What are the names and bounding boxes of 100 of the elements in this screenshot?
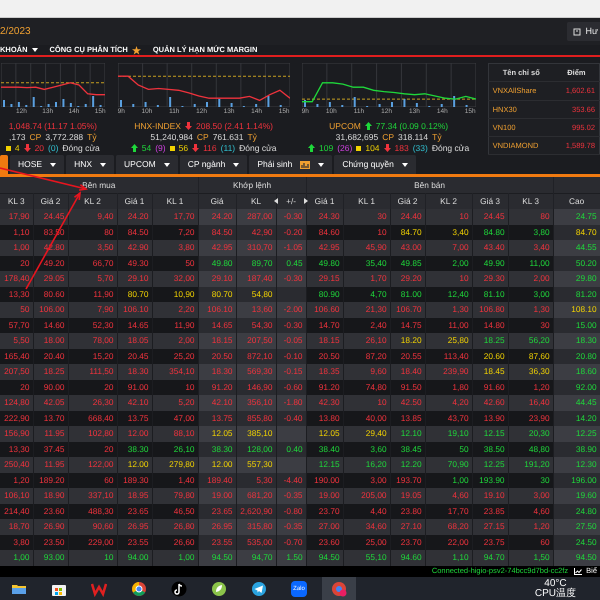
market-tab[interactable]: Phái sinh [249, 155, 332, 174]
table-cell: 1,00 [0, 550, 33, 566]
table-cell: 15.00 [553, 318, 600, 333]
table-cell: 14.70 [306, 318, 344, 333]
right-arrow-icon[interactable] [304, 198, 308, 204]
table-cell: 11.95 [33, 457, 68, 472]
left-arrow-icon[interactable] [274, 198, 278, 204]
breadth-count: (0) [48, 142, 58, 154]
table-cell: -0.30 [276, 271, 306, 286]
table-cell: 855,80 [236, 410, 276, 426]
table-cell: 29.30 [472, 271, 508, 286]
market-tab[interactable]: HOSE [10, 155, 64, 174]
table-cell: -0.30 [276, 318, 306, 333]
table-cell: 124,80 [0, 395, 33, 410]
caret-icon [233, 162, 240, 166]
table-cell: -0.35 [276, 488, 306, 504]
table-cell: 20.50 [306, 348, 344, 364]
table-cell: 49.30 [117, 256, 152, 271]
table-cell: 94.70 [472, 550, 508, 566]
table-cell: 3,80 [152, 240, 198, 256]
market-tab[interactable]: CP ngành [180, 155, 248, 174]
table-cell: 23.70 [390, 534, 426, 550]
table-cell: 94.50 [553, 550, 600, 566]
table-cell: -0.80 [276, 504, 306, 519]
market-tab[interactable]: Chứng quyền [334, 155, 416, 174]
table-cell: 3,00 [508, 488, 554, 504]
table-cell: 23.65 [117, 504, 152, 519]
column-header: KL 2 [425, 193, 472, 209]
table-cell: 12.15 [472, 426, 508, 442]
table-cell: 12.00 [198, 457, 236, 472]
unit-label: Tỷ [432, 132, 442, 143]
table-cell: 557,30 [236, 457, 276, 472]
table-cell: 23.55 [198, 534, 236, 550]
index-value: 1,048.74 (11.17 1.05%) [8, 120, 97, 132]
table-cell: 49.90 [472, 256, 508, 271]
table-cell: 4,40 [343, 504, 390, 519]
market-status: Đóng cửa [239, 142, 276, 154]
table-cell: 26,10 [152, 442, 198, 457]
user-button[interactable]: Hư [567, 22, 600, 42]
table-cell: -0.70 [276, 534, 306, 550]
table-cell: 5,30 [236, 472, 276, 488]
table-cell: 55,10 [343, 550, 390, 566]
table-cell: 1,30 [425, 302, 472, 318]
breadth-count: (33) [412, 142, 428, 154]
table-cell: -0.15 [276, 364, 306, 380]
session-date: 2/2023 [0, 25, 31, 39]
down-arrow-icon [192, 144, 200, 152]
table-cell: 356,10 [236, 395, 276, 410]
table-cell: 23.65 [198, 504, 236, 519]
table-cell: 24.20 [117, 209, 152, 224]
column-header: Giá [198, 193, 236, 209]
table-cell: 17,70 [425, 504, 472, 519]
table-cell: 229,00 [68, 534, 117, 550]
profile-icon [331, 581, 347, 597]
table-cell: 24.30 [306, 209, 344, 224]
table-cell: 1.50 [276, 550, 306, 566]
table-cell: 43.00 [390, 240, 426, 256]
table-cell: 5,70 [68, 271, 117, 286]
table-cell: 18.60 [553, 364, 600, 380]
market-tab[interactable]: HNX [66, 155, 114, 174]
table-cell: 42.10 [117, 395, 152, 410]
table-cell: 12.05 [306, 426, 344, 442]
unit-label: Tỷ [87, 132, 97, 143]
table-cell: 3,00 [508, 286, 554, 302]
table-cell: 80.70 [198, 286, 236, 302]
table-cell: 106.10 [117, 302, 152, 318]
table-cell: 23.55 [117, 534, 152, 550]
table-cell: 18.45 [472, 364, 508, 380]
table-cell: 38.90 [553, 442, 600, 457]
table-cell: 94,70 [236, 550, 276, 566]
table-cell: 106.10 [198, 302, 236, 318]
table-cell: 18,70 [0, 519, 33, 534]
table-cell: -0.35 [276, 519, 306, 534]
table-cell: 156,90 [0, 426, 33, 442]
table-cell: 13.70 [33, 410, 68, 426]
market-tab[interactable]: UPCOM [116, 155, 178, 174]
table-cell: 19.05 [390, 488, 426, 504]
line-chart-icon [574, 568, 582, 574]
table-cell: 93.00 [33, 550, 68, 566]
breadth-count: 104 [365, 142, 380, 154]
table-cell: 1,20 [508, 380, 554, 395]
table-cell: 2,00 [425, 256, 472, 271]
table-cell: 48,80 [508, 442, 554, 457]
table-cell: 80.60 [33, 286, 68, 302]
table-cell: 23.75 [472, 534, 508, 550]
table-cell: 18.95 [117, 488, 152, 504]
table-cell: 3,80 [0, 534, 33, 550]
table-cell: 0.40 [276, 442, 306, 457]
table-cell: 30 [508, 472, 554, 488]
table-cell: 3,60 [343, 442, 390, 457]
caret-icon [402, 162, 408, 166]
table-cell: 1,20 [508, 519, 554, 534]
table-cell: 13,30 [0, 442, 33, 457]
table-cell: 19.00 [198, 488, 236, 504]
table-cell: 189.40 [198, 472, 236, 488]
table-cell: 189.20 [33, 472, 68, 488]
table-cell: 18.00 [33, 333, 68, 348]
column-header: Giá 1 [306, 193, 344, 209]
up-arrow-icon [308, 144, 316, 152]
table-cell: 1,80 [425, 380, 472, 395]
